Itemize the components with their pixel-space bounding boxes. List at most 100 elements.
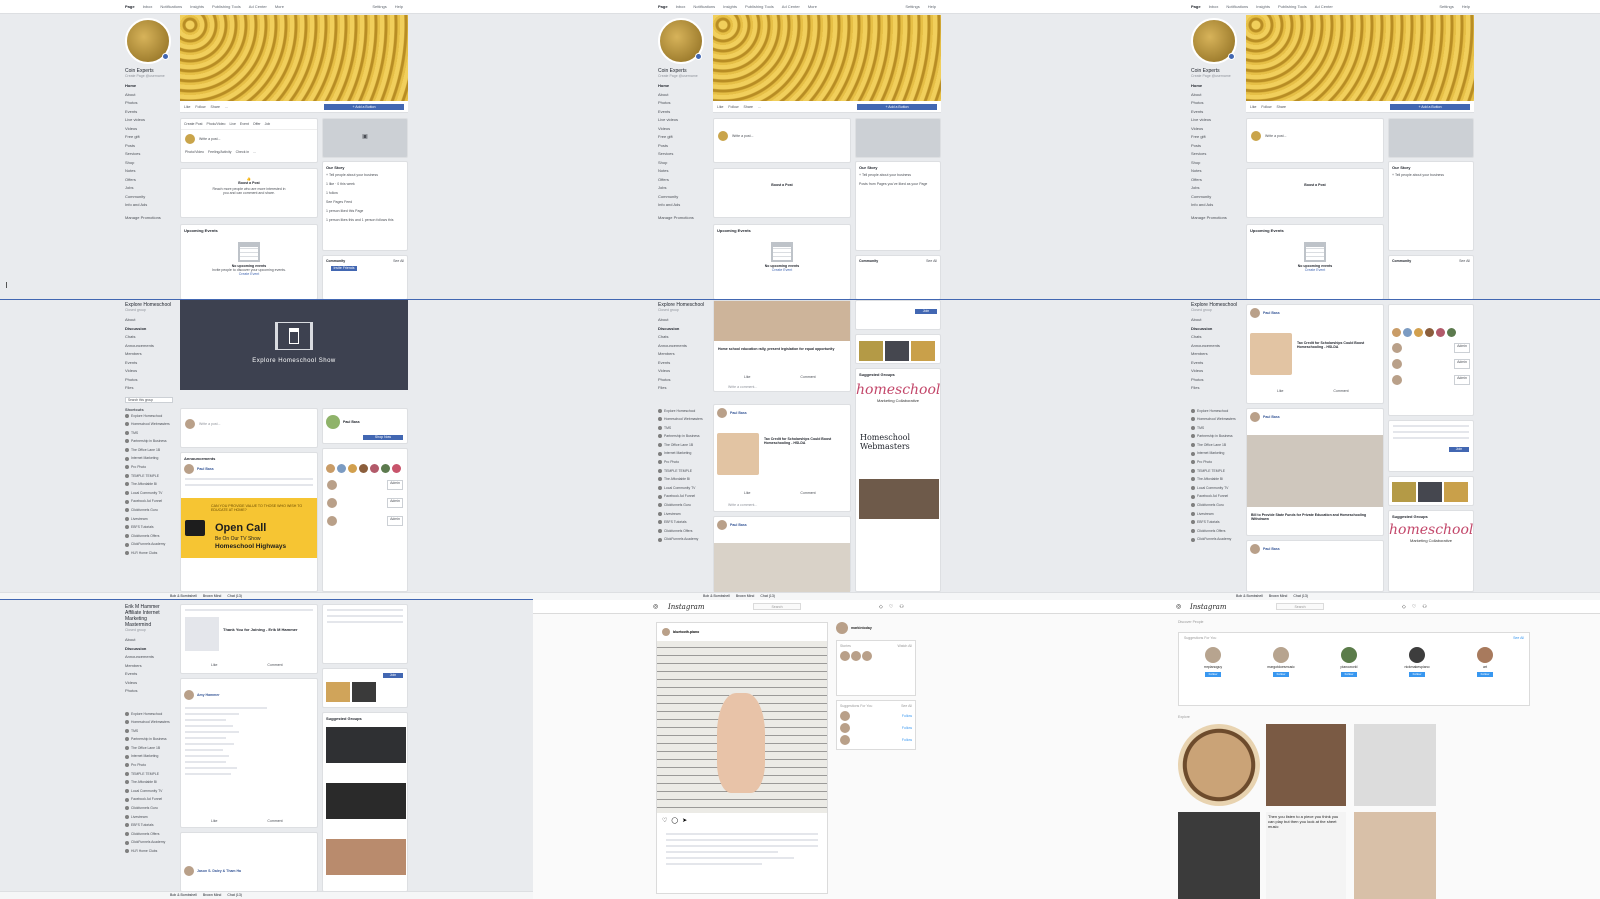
homeschool-logo[interactable]: homeschool <box>1389 522 1473 538</box>
nav-members[interactable]: Members <box>1191 350 1239 359</box>
tab-page[interactable]: Page <box>658 4 668 9</box>
follow-button[interactable]: Follow <box>195 105 205 109</box>
nav-discussion[interactable]: Discussion <box>125 325 173 334</box>
post-author[interactable]: Paul Bass <box>730 523 747 527</box>
profile-icon[interactable]: ⚇ <box>1422 604 1426 610</box>
shortcut-item[interactable]: TMS <box>125 727 173 736</box>
nav-discussion[interactable]: Discussion <box>125 645 173 654</box>
rally-photo[interactable] <box>714 301 850 341</box>
tab-insights[interactable]: Insights <box>190 4 204 9</box>
nav-live-videos[interactable]: Live videos <box>1191 116 1239 125</box>
see-all-link[interactable]: See All <box>393 259 404 263</box>
dock-chat-1[interactable]: Bob & Bombshell <box>1236 593 1263 600</box>
follow-button[interactable]: Follow <box>1409 672 1425 677</box>
shortcut-item[interactable]: Clickfunnels Guru <box>125 804 173 813</box>
woman-photo[interactable] <box>1250 333 1292 375</box>
nav-chats[interactable]: Chats <box>1191 333 1239 342</box>
tab-ad-center[interactable]: Ad Center <box>1315 4 1333 9</box>
post-author[interactable]: Jason S. Daley & Tham Ha <box>197 869 241 873</box>
about-item-3[interactable]: See Pages Feed <box>323 195 407 204</box>
member-avatar[interactable] <box>327 498 337 508</box>
settings-link[interactable]: Settings <box>1439 4 1453 9</box>
like-button[interactable]: Like <box>744 491 750 495</box>
nav-info-ads[interactable]: Info and Ads <box>658 201 706 210</box>
cover-photo[interactable] <box>713 15 941 101</box>
dock-chat-2[interactable]: Brown Mind <box>203 892 221 899</box>
nav-shop[interactable]: Shop <box>125 159 173 168</box>
nav-notes[interactable]: Notes <box>125 167 173 176</box>
search-input[interactable]: Search <box>1276 603 1324 610</box>
shortcut-item[interactable]: Clickfunnels Guru <box>1191 501 1239 510</box>
paper-photo[interactable] <box>714 543 850 593</box>
comment-button[interactable]: Comment <box>800 491 815 495</box>
suggested-username[interactable]: margotdoesmusic <box>1259 665 1303 669</box>
dock-chat-2[interactable]: Brown Mind <box>1269 593 1287 600</box>
tab-publishing-tools[interactable]: Publishing Tools <box>212 4 241 9</box>
author-avatar[interactable] <box>1250 308 1260 318</box>
group-photo[interactable] <box>326 839 406 875</box>
shortcut-item[interactable]: Clickfunnels Offers <box>125 532 173 541</box>
open-call-image[interactable]: CAN YOU PROVIDE VALUE TO THOSE WHO WISH … <box>181 498 317 558</box>
compass-icon[interactable]: ◇ <box>879 604 883 610</box>
instagram-glyph-icon[interactable]: ◎ <box>1176 603 1181 610</box>
photo-thumb[interactable] <box>885 341 909 361</box>
nav-community[interactable]: Community <box>658 193 706 202</box>
shortcut-item[interactable]: Livestream <box>658 510 706 519</box>
nav-community[interactable]: Community <box>1191 193 1239 202</box>
nav-videos[interactable]: Videos <box>125 679 173 688</box>
comment-bubble-icon[interactable]: ◯ <box>671 817 678 824</box>
tab-page[interactable]: Page <box>125 4 135 9</box>
nav-discussion[interactable]: Discussion <box>658 325 706 334</box>
shortcut-item[interactable]: Livestream <box>125 515 173 524</box>
shortcut-item[interactable]: ClickFunnels Academy <box>1191 535 1239 544</box>
shortcut-item[interactable]: TMS <box>125 429 173 438</box>
shortcut-item[interactable]: Partnership in Business <box>658 432 706 441</box>
shortcut-item[interactable]: Clickfunnels Guru <box>658 501 706 510</box>
homeschool-logo[interactable]: homeschool <box>856 382 940 398</box>
comment-button[interactable]: Comment <box>800 375 815 379</box>
shortcut-item[interactable]: Local Community TV <box>125 787 173 796</box>
nav-members[interactable]: Members <box>125 662 173 671</box>
more-button[interactable]: ... <box>758 105 761 109</box>
tab-ad-center[interactable]: Ad Center <box>782 4 800 9</box>
admin-avatar[interactable] <box>326 415 340 429</box>
follow-button[interactable]: Follow <box>1341 672 1357 677</box>
comment-input[interactable]: Write a comment... <box>728 503 757 507</box>
shop-now-button[interactable]: Shop Now <box>363 435 403 440</box>
shortcut-item[interactable]: Explore Homeschool <box>125 412 173 421</box>
shortcut-item[interactable]: TMS <box>1191 424 1239 433</box>
like-button[interactable]: Like <box>211 663 217 667</box>
camera-icon[interactable] <box>1228 53 1235 60</box>
nav-about[interactable]: About <box>658 316 706 325</box>
nav-events[interactable]: Events <box>125 108 173 117</box>
nav-about[interactable]: About <box>125 636 173 645</box>
comment-button[interactable]: Comment <box>267 663 282 667</box>
girl-piano-photo[interactable] <box>1178 812 1260 899</box>
composer-input[interactable]: Write a post... <box>1265 134 1287 138</box>
member-avatar[interactable] <box>1392 343 1402 353</box>
member-avatars[interactable] <box>323 461 407 476</box>
shortcut-item[interactable]: Pro Photo <box>125 761 173 770</box>
author-avatar[interactable] <box>184 464 194 474</box>
photo-video-tab[interactable]: Photo/Video <box>206 122 225 126</box>
photo-thumb[interactable] <box>1418 482 1442 502</box>
shortcut-item[interactable]: TEMPLE TEMPLE <box>1191 467 1239 476</box>
like-button[interactable]: Like <box>744 375 750 379</box>
author-avatar[interactable] <box>184 866 194 876</box>
my-avatar[interactable] <box>836 622 848 634</box>
author-avatar[interactable] <box>717 520 727 530</box>
nav-jobs[interactable]: Jobs <box>1191 184 1239 193</box>
suggested-avatar[interactable] <box>840 711 850 721</box>
nav-free-gift[interactable]: Free gift <box>658 133 706 142</box>
help-link[interactable]: Help <box>1462 4 1470 9</box>
nav-home[interactable]: Home <box>125 82 173 91</box>
shortcut-item[interactable]: The Affordable Bi <box>125 778 173 787</box>
instagram-logo[interactable]: Instagram <box>668 603 705 611</box>
post-title-2[interactable]: Tax Credit for Scholarships Could Boost … <box>1297 341 1379 349</box>
nav-info-ads[interactable]: Info and Ads <box>1191 201 1239 210</box>
profile-icon[interactable]: ⚇ <box>899 604 903 610</box>
nav-videos[interactable]: Videos <box>1191 125 1239 134</box>
comment-input[interactable]: Write a comment... <box>728 385 757 389</box>
nav-events[interactable]: Events <box>1191 359 1239 368</box>
shortcut-item[interactable]: The Office Lane 1B <box>125 446 173 455</box>
